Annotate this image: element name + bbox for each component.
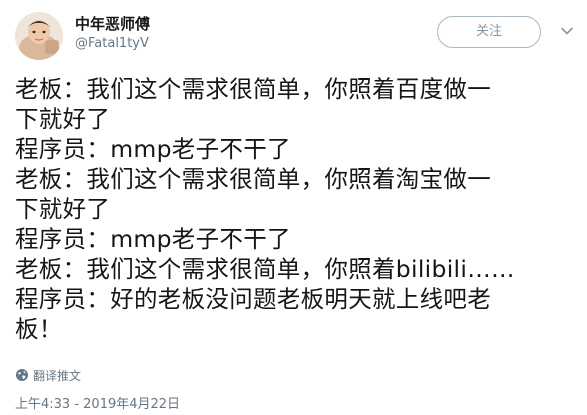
tweet-line: 程序员：mmp老子不干了: [15, 225, 291, 253]
user-info: 中年恶师傅 @Fatal1tyV: [75, 14, 150, 54]
globe-icon: [16, 369, 28, 381]
tweet-line: 老板：我们这个需求很简单，你照着百度做一: [15, 75, 491, 103]
tweet-line: 下就好了: [15, 195, 111, 223]
tweet-line: 程序员：mmp老子不干了: [15, 135, 291, 163]
tweet-card: 中年恶师傅 @Fatal1tyV 关注 老板：我们这个需求很简单，你照着百度做一…: [0, 0, 587, 415]
user-handle[interactable]: @Fatal1tyV: [75, 34, 150, 54]
tweet-line: 板！: [15, 315, 63, 343]
tweet-timestamp[interactable]: 上午4:33 - 2019年4月22日: [15, 396, 180, 414]
tweet-header: 中年恶师傅 @Fatal1tyV 关注: [15, 12, 575, 60]
translate-tweet-link[interactable]: 翻译推文: [15, 366, 81, 384]
tweet-text: 老板：我们这个需求很简单，你照着百度做一 下就好了 程序员：mmp老子不干了 老…: [15, 74, 577, 344]
tweet-line: 程序员：好的老板没问题老板明天就上线吧老: [15, 285, 491, 313]
display-name[interactable]: 中年恶师傅: [75, 14, 150, 34]
avatar[interactable]: [15, 12, 63, 60]
translate-label[interactable]: 翻译推文: [33, 367, 81, 384]
tweet-line: 下就好了: [15, 105, 111, 133]
chevron-down-icon[interactable]: [560, 24, 574, 38]
avatar-image: [15, 12, 63, 60]
tweet-line: 老板：我们这个需求很简单，你照着淘宝做一: [15, 165, 491, 193]
tweet-line: 老板：我们这个需求很简单，你照着bilibili……: [15, 255, 515, 283]
follow-button[interactable]: 关注: [437, 16, 541, 48]
